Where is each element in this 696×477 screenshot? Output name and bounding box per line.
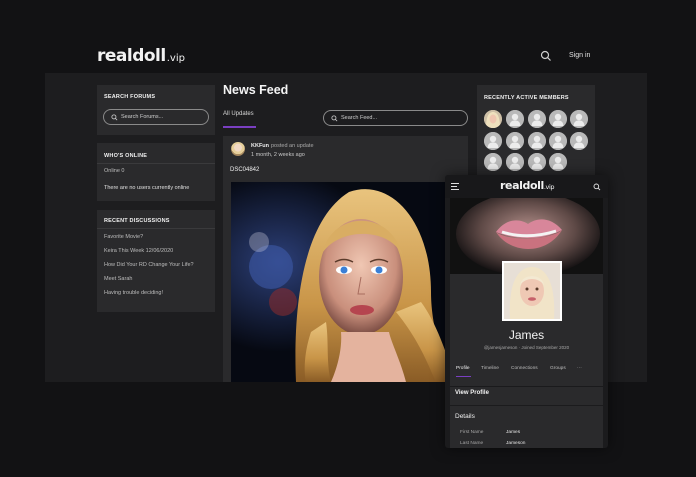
- mobile-logo[interactable]: realdoll.vip: [500, 179, 555, 192]
- profile-card: James @jamesjameson · Joined September 2…: [450, 261, 603, 386]
- hamburger-icon[interactable]: [451, 183, 459, 190]
- tab-timeline[interactable]: Timeline: [481, 366, 499, 371]
- online-empty-text: There are no users currently online: [104, 185, 190, 191]
- recently-active-members-widget: RECENTLY ACTIVE MEMBERS: [477, 85, 595, 175]
- member-avatar[interactable]: [549, 153, 567, 171]
- discussion-link[interactable]: Keira This Week 12/06/2020: [104, 248, 173, 254]
- search-forums-widget: SEARCH FORUMS Search Forums...: [97, 85, 215, 135]
- member-avatar[interactable]: [484, 153, 502, 171]
- member-avatar[interactable]: [528, 110, 546, 128]
- discussion-link[interactable]: How Did Your RD Change Your Life?: [104, 262, 194, 268]
- post-author[interactable]: KKFun: [251, 143, 269, 149]
- field-value: James: [506, 430, 521, 435]
- online-count: Online 0: [104, 168, 125, 174]
- divider: [450, 405, 603, 406]
- discussion-link[interactable]: Meet Sarah: [104, 276, 132, 282]
- avatar-image: [504, 263, 560, 319]
- profile-name: James: [508, 328, 545, 342]
- logo-text: realdoll: [97, 46, 166, 66]
- member-avatar[interactable]: [484, 132, 502, 150]
- activity-post: KKFun posted an update 1 month, 2 weeks …: [223, 136, 468, 382]
- divider: [97, 163, 215, 164]
- tab-more[interactable]: ···: [577, 366, 582, 371]
- post-caption: DSC04842: [230, 167, 260, 173]
- field-label: First Name: [460, 430, 484, 435]
- recent-discussions-widget: RECENT DISCUSSIONS Favorite Movie? Keira…: [97, 210, 215, 312]
- search-icon: [111, 114, 118, 121]
- mobile-mockup: realdoll.vip James @jamesjameson · Joine…: [445, 175, 608, 448]
- site-logo[interactable]: realdoll.vip: [97, 46, 185, 66]
- sign-in-link[interactable]: Sign in: [569, 52, 590, 59]
- logo-text: realdoll: [500, 179, 544, 192]
- field-value: Jameson: [506, 441, 526, 446]
- post-image[interactable]: [231, 182, 468, 382]
- divider: [97, 228, 215, 229]
- member-avatar[interactable]: [549, 110, 567, 128]
- member-avatar[interactable]: [528, 153, 546, 171]
- page-title: News Feed: [223, 83, 289, 97]
- view-profile-link[interactable]: View Profile: [455, 390, 489, 396]
- search-feed-input[interactable]: Search Feed...: [323, 110, 468, 126]
- profile-avatar[interactable]: [502, 261, 562, 321]
- post-timestamp: 1 month, 2 weeks ago: [251, 152, 305, 158]
- details-heading: Details: [455, 413, 475, 420]
- doll-portrait-image: [231, 182, 468, 382]
- member-avatar[interactable]: [528, 132, 546, 150]
- search-forums-placeholder: Search Forums...: [121, 114, 164, 120]
- whos-online-widget: WHO'S ONLINE Online 0 There are no users…: [97, 143, 215, 201]
- discussion-link[interactable]: Favorite Movie?: [104, 234, 143, 240]
- search-forums-title: SEARCH FORUMS: [104, 94, 156, 100]
- logo-suffix: .vip: [166, 53, 185, 64]
- search-icon[interactable]: [540, 50, 552, 62]
- field-label: Last Name: [460, 441, 484, 446]
- member-avatar[interactable]: [570, 132, 588, 150]
- search-forums-input[interactable]: Search Forums...: [103, 109, 209, 125]
- member-avatar[interactable]: [570, 110, 588, 128]
- tab-groups[interactable]: Groups: [550, 366, 566, 371]
- logo-suffix: .vip: [543, 183, 555, 191]
- member-avatar[interactable]: [506, 132, 524, 150]
- search-icon[interactable]: [593, 183, 601, 191]
- search-feed-placeholder: Search Feed...: [341, 115, 378, 121]
- member-avatar[interactable]: [484, 110, 502, 128]
- member-avatar[interactable]: [549, 132, 567, 150]
- whos-online-title: WHO'S ONLINE: [104, 153, 148, 159]
- avatar[interactable]: [231, 142, 245, 156]
- tab-all-updates[interactable]: All Updates: [223, 111, 254, 117]
- member-avatar[interactable]: [506, 110, 524, 128]
- tab-connections[interactable]: Connections: [511, 366, 538, 371]
- post-action: posted an update: [271, 143, 314, 149]
- recent-discussions-title: RECENT DISCUSSIONS: [104, 218, 170, 224]
- profile-handle: @jamesjameson · Joined September 2020: [483, 345, 570, 350]
- active-tab-indicator: [223, 126, 256, 128]
- tab-profile[interactable]: Profile: [456, 366, 470, 371]
- active-tab-indicator: [456, 376, 471, 377]
- member-avatar[interactable]: [506, 153, 524, 171]
- discussion-link[interactable]: Having trouble deciding!: [104, 290, 163, 296]
- search-icon: [331, 115, 338, 122]
- recently-active-title: RECENTLY ACTIVE MEMBERS: [484, 95, 569, 101]
